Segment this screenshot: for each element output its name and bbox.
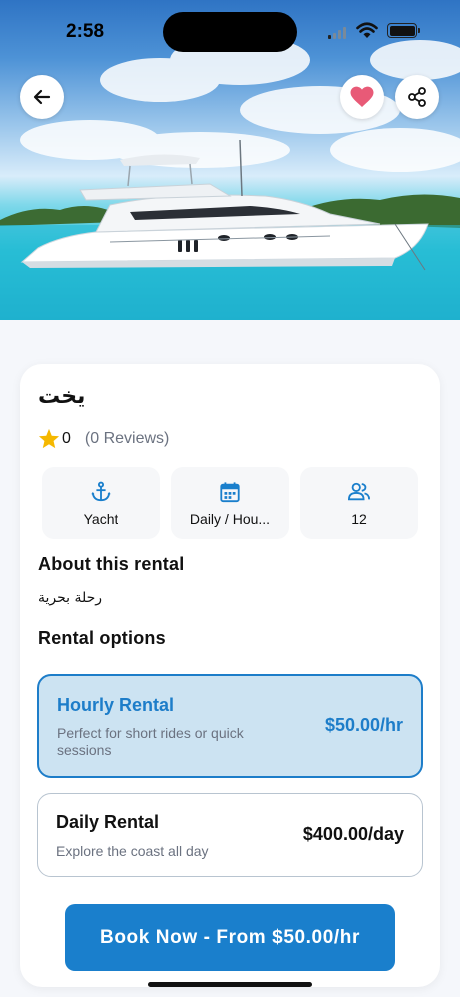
wifi-icon: [356, 22, 378, 38]
about-heading: About this rental: [38, 554, 185, 574]
rental-option-hourly[interactable]: Hourly Rental Perfect for short rides or…: [37, 674, 423, 778]
listing-title: يخت: [38, 384, 86, 409]
feature-label: 12: [351, 511, 367, 527]
feature-type: Yacht: [42, 467, 160, 539]
status-bar: 2:58: [0, 0, 460, 62]
rating-row: 0 (0 Reviews): [38, 428, 169, 449]
calendar-icon: [220, 482, 240, 503]
favorite-button[interactable]: [340, 75, 384, 119]
reviews-count: (0 Reviews): [84, 429, 170, 447]
back-button[interactable]: [20, 75, 64, 119]
share-button[interactable]: [395, 75, 439, 119]
home-indicator[interactable]: [148, 982, 312, 987]
status-time: 2:58: [66, 21, 105, 42]
option-description: Explore the coast all day: [56, 843, 209, 859]
cellular-signal-icon: [328, 27, 346, 39]
anchor-icon: [91, 481, 111, 502]
heart-icon: [350, 86, 374, 107]
people-icon: [347, 482, 370, 501]
arrow-left-icon: [33, 89, 51, 105]
option-name: Daily Rental: [56, 812, 160, 832]
book-now-button[interactable]: Book Now - From $50.00/hr: [65, 904, 395, 971]
rental-option-daily[interactable]: Daily Rental Explore the coast all day $…: [37, 793, 423, 877]
feature-label: Daily / Hou...: [189, 511, 271, 527]
share-icon: [408, 87, 426, 107]
about-text: رحلة بحرية: [38, 590, 103, 606]
option-price: $50.00/hr: [324, 715, 403, 735]
features-row: Yacht Daily / Hou... 12: [42, 467, 418, 539]
battery-icon: [387, 23, 420, 38]
feature-label: Yacht: [83, 511, 119, 527]
star-icon: [38, 428, 60, 449]
rental-options-heading: Rental options: [38, 628, 166, 648]
rating-value: 0: [62, 429, 71, 447]
feature-capacity: 12: [300, 467, 418, 539]
feature-duration: Daily / Hou...: [171, 467, 289, 539]
option-name: Hourly Rental: [57, 695, 175, 715]
listing-card: يخت 0 (0 Reviews) Yacht Daily / Hou... 1…: [20, 364, 440, 987]
dynamic-island: [163, 12, 297, 52]
option-description: Perfect for short rides or quick session…: [57, 725, 244, 758]
option-price: $400.00/day: [302, 824, 404, 844]
